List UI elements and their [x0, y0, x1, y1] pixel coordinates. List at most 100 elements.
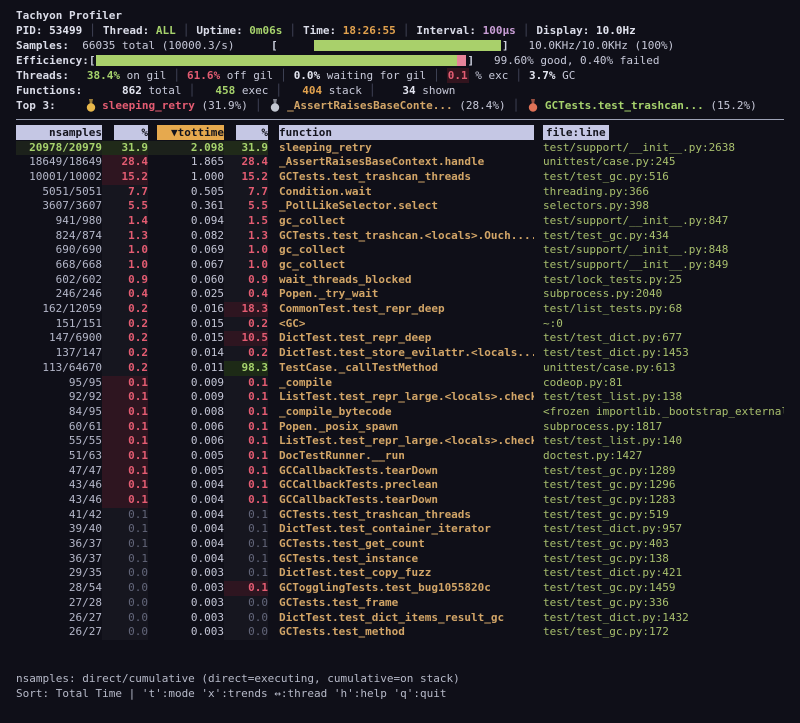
table-row[interactable]: 690/6901.00.0691.0gc_collecttest/support…: [16, 243, 784, 258]
cell-file-line: subprocess.py:1817: [534, 420, 784, 435]
status-value: 10.0Hz: [596, 23, 636, 38]
cell-file-line: test/test_gc.py:403: [534, 537, 784, 552]
separator: │: [513, 98, 520, 113]
table-row[interactable]: 43/460.10.0040.1GCCallbackTests.preclean…: [16, 478, 784, 493]
cell-function: GCCallbackTests.preclean: [268, 478, 534, 493]
separator: │: [189, 83, 196, 98]
cell-direct-pct: 0.0: [102, 625, 148, 640]
cell-nsamples: 690/690: [16, 243, 102, 258]
cell-nsamples: 28/54: [16, 581, 102, 596]
cell-cumulative-pct: 1.5: [224, 214, 268, 229]
cell-tottime: 1.000: [148, 170, 224, 185]
table-row[interactable]: 36/370.10.0040.1GCTests.test_get_countte…: [16, 537, 784, 552]
column-header-direct-pct[interactable]: %: [102, 125, 148, 140]
threads-stat-value: 38.4%: [87, 68, 120, 83]
app-title: Tachyon Profiler: [16, 8, 122, 23]
table-row[interactable]: 84/950.10.0080.1_compile_bytecode<frozen…: [16, 405, 784, 420]
cell-tottime: 0.009: [148, 390, 224, 405]
table-row[interactable]: 26/270.00.0030.0GCTests.test_methodtest/…: [16, 625, 784, 640]
table-row[interactable]: 27/280.00.0030.0GCTests.test_frametest/t…: [16, 596, 784, 611]
table-row[interactable]: 29/350.00.0030.1DictTest.test_copy_fuzzt…: [16, 566, 784, 581]
top3-line: Top 3: sleeping_retry(31.9%)│_AssertRais…: [16, 98, 784, 113]
cell-function: DocTestRunner.__run: [268, 449, 534, 464]
cell-tottime: 0.025: [148, 287, 224, 302]
cell-file-line: test/support/__init__.py:2638: [534, 141, 784, 156]
table-row[interactable]: 36/370.10.0040.1GCTests.test_instancetes…: [16, 552, 784, 567]
table-row[interactable]: 28/540.00.0030.1GCTogglingTests.test_bug…: [16, 581, 784, 596]
column-header-function[interactable]: function: [268, 125, 534, 140]
table-row[interactable]: 10001/1000215.21.00015.2GCTests.test_tra…: [16, 170, 784, 185]
table-row[interactable]: 602/6020.90.0600.9wait_threads_blockedte…: [16, 273, 784, 288]
table-row[interactable]: 20978/2097931.92.09831.9sleeping_retryte…: [16, 141, 784, 156]
table-row[interactable]: 151/1510.20.0150.2<GC>~:0: [16, 317, 784, 332]
cell-nsamples: 824/874: [16, 229, 102, 244]
table-row[interactable]: 47/470.10.0050.1GCCallbackTests.tearDown…: [16, 464, 784, 479]
threads-stat-desc: GC: [562, 68, 575, 83]
table-row[interactable]: 92/920.10.0090.1ListTest.test_repr_large…: [16, 390, 784, 405]
cell-nsamples: 36/37: [16, 552, 102, 567]
cell-tottime: 0.016: [148, 302, 224, 317]
column-header-file-line[interactable]: file:line: [534, 125, 784, 140]
cell-file-line: test/test_gc.py:138: [534, 552, 784, 567]
table-row[interactable]: 60/610.10.0060.1Popen._posix_spawnsubpro…: [16, 420, 784, 435]
table-row[interactable]: 55/550.10.0060.1ListTest.test_repr_large…: [16, 434, 784, 449]
samples-bar-open-bracket: [: [271, 38, 278, 53]
profiler-screen: Tachyon Profiler PID:53499│Thread:ALL│Up…: [0, 0, 800, 723]
cell-nsamples: 60/61: [16, 420, 102, 435]
cell-file-line: test/test_dict.py:677: [534, 331, 784, 346]
cell-direct-pct: 31.9: [102, 141, 148, 156]
table-row[interactable]: 3607/36075.50.3615.5_PollLikeSelector.se…: [16, 199, 784, 214]
column-header-cumulative-pct[interactable]: %: [224, 125, 268, 140]
cell-tottime: 1.865: [148, 155, 224, 170]
table-row[interactable]: 824/8741.30.0821.3GCTests.test_trashcan.…: [16, 229, 784, 244]
table-row[interactable]: 137/1470.20.0140.2DictTest.test_store_ev…: [16, 346, 784, 361]
table-row[interactable]: 941/9801.40.0941.5gc_collecttest/support…: [16, 214, 784, 229]
cell-cumulative-pct: 0.1: [224, 552, 268, 567]
column-header-tottime-sorted[interactable]: ▼tottime: [148, 125, 224, 140]
table-row[interactable]: 95/950.10.0090.1_compilecodeop.py:81: [16, 376, 784, 391]
cell-file-line: test/test_dict.py:1453: [534, 346, 784, 361]
status-value: 0m06s: [249, 23, 282, 38]
functions-stat-value: 404: [289, 83, 322, 98]
cell-function: ListTest.test_repr_large.<locals>.check: [268, 390, 534, 405]
table-row[interactable]: 5051/50517.70.5057.7Condition.waitthread…: [16, 185, 784, 200]
samples-rate: 10.0KHz/10.0KHz (100%): [529, 38, 675, 53]
cell-file-line: test/list_tests.py:68: [534, 302, 784, 317]
cell-tottime: 0.004: [148, 537, 224, 552]
efficiency-bar-close-bracket: ]: [467, 53, 474, 68]
cell-tottime: 0.008: [148, 405, 224, 420]
footer-keybindings: Sort: Total Time | 't':mode 'x':trends ↔…: [16, 686, 784, 701]
cell-nsamples: 10001/10002: [16, 170, 102, 185]
table-row[interactable]: 668/6681.00.0671.0gc_collecttest/support…: [16, 258, 784, 273]
cell-direct-pct: 0.4: [102, 287, 148, 302]
table-row[interactable]: 113/646700.20.01198.3TestCase._callTestM…: [16, 361, 784, 376]
table-row[interactable]: 147/69000.20.01510.5DictTest.test_repr_d…: [16, 331, 784, 346]
table-row[interactable]: 51/630.10.0050.1DocTestRunner.__rundocte…: [16, 449, 784, 464]
cell-function: DictTest.test_dict_items_result_gc: [268, 611, 534, 626]
cell-nsamples: 26/27: [16, 625, 102, 640]
cell-cumulative-pct: 1.0: [224, 258, 268, 273]
table-row[interactable]: 39/400.10.0040.1DictTest.test_container_…: [16, 522, 784, 537]
cell-file-line: test/test_gc.py:172: [534, 625, 784, 640]
functions-stat-value: 862: [109, 83, 142, 98]
cell-function: GCTests.test_frame: [268, 596, 534, 611]
cell-file-line: test/test_gc.py:516: [534, 170, 784, 185]
table-row[interactable]: 18649/1864928.41.86528.4_AssertRaisesBas…: [16, 155, 784, 170]
table-row[interactable]: 246/2460.40.0250.4Popen._try_waitsubproc…: [16, 287, 784, 302]
cell-direct-pct: 0.1: [102, 434, 148, 449]
cell-function: GCCallbackTests.tearDown: [268, 464, 534, 479]
cell-function: Popen._try_wait: [268, 287, 534, 302]
cell-tottime: 0.015: [148, 317, 224, 332]
table-row[interactable]: 41/420.10.0040.1GCTests.test_trashcan_th…: [16, 508, 784, 523]
table-row[interactable]: 43/460.10.0040.1GCCallbackTests.tearDown…: [16, 493, 784, 508]
separator: │: [523, 23, 530, 38]
table-row[interactable]: 26/270.00.0030.0DictTest.test_dict_items…: [16, 611, 784, 626]
efficiency-bar-open-bracket: [: [89, 53, 96, 68]
table-row[interactable]: 162/120590.20.01618.3CommonTest.test_rep…: [16, 302, 784, 317]
cell-direct-pct: 0.1: [102, 376, 148, 391]
column-header-nsamples[interactable]: nsamples: [16, 125, 102, 140]
status-label: Interval:: [416, 23, 476, 38]
efficiency-text: 99.60% good, 0.40% failed: [494, 53, 660, 68]
cell-file-line: test/test_dict.py:421: [534, 566, 784, 581]
footer-legend: nsamples: direct/cumulative (direct=exec…: [16, 671, 784, 686]
